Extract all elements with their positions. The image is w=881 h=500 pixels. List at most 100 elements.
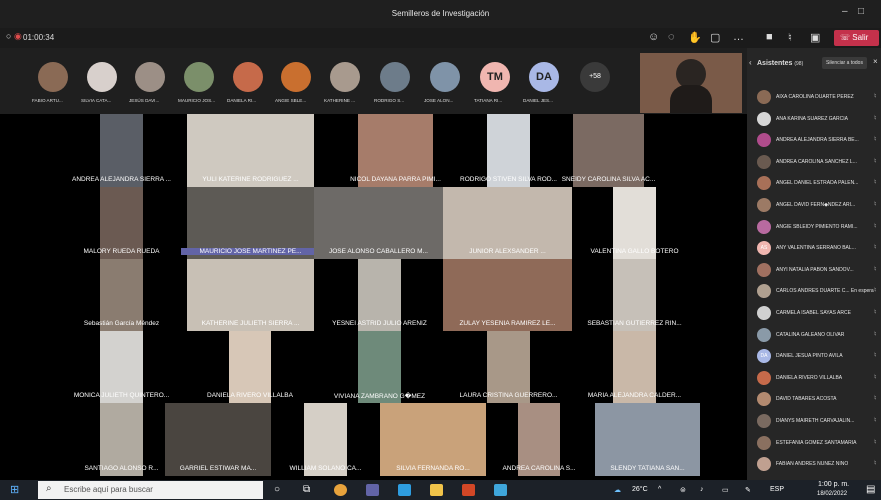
strip-avatar[interactable] [430,62,460,92]
participant-avatar [757,306,771,320]
strip-avatar[interactable] [330,62,360,92]
participant-avatar [757,284,771,299]
language-label[interactable]: ESP [770,486,784,493]
mic-off-icon[interactable]: ♮ [874,200,877,208]
task-view-icon[interactable]: ⧉ [303,484,310,495]
notification-icon[interactable]: ▤ [866,484,875,495]
mic-off-icon[interactable]: ♮ [874,243,877,251]
chevron-left-icon[interactable]: ‹ [749,58,752,67]
participant-list-item[interactable]: ANDREA CAROLINA SANCHEZ L... ♮ [757,153,881,173]
mic-off-icon[interactable]: ♮ [874,330,877,338]
powerpoint-icon[interactable] [462,484,475,496]
mic-off-icon[interactable]: ♮ [874,394,877,402]
mic-off-icon[interactable]: ♮ [874,416,877,424]
participant-avatar [757,90,771,104]
participant-list-item[interactable]: FABIAN ANDRES NUÑEZ NIÑO ♮ [757,455,881,475]
participant-avatar [757,111,771,126]
clock-date[interactable]: 18/02/2022 [817,491,847,497]
mic-off-icon[interactable]: ♮ [874,222,877,230]
participant-list-item[interactable]: ANGIE SBLEIDY PIMIENTO RAMI... ♮ [757,218,881,238]
mic-off-icon[interactable]: ♮ [874,265,877,273]
strip-avatar-label: FABIO ARTU... [32,98,63,103]
strip-avatar[interactable] [38,62,68,92]
participant-list-item[interactable]: AIXA CAROLINA DUARTE PEREZ ♮ [757,88,881,108]
participant-list-item[interactable]: ANA KARINA SUAREZ GARCIA ♮ [757,110,881,130]
mute-all-button[interactable]: Silenciar a todos [822,57,867,69]
weather-icon[interactable]: ☁ [614,486,621,494]
volume-icon[interactable]: ♪ [700,486,704,493]
mic-off-icon[interactable]: ♮ [874,92,877,100]
participant-list-item[interactable]: ESTEFANIA GOMEZ SANTAMARIA ♮ [757,434,881,454]
mic-off-icon[interactable]: ♮ [874,178,877,186]
participants-icon[interactable]: ☺ [648,31,659,43]
pen-icon[interactable]: ✎ [745,486,751,494]
mic-off-icon[interactable]: ♮ [874,351,877,359]
more-participants-button[interactable]: +58 [580,62,610,92]
participant-list-item[interactable]: CARMELA ISABEL SAYAS ARCE ♮ [757,304,881,324]
participant-list-item[interactable]: ANYI NATALIA PABON SANDOV... ♮ [757,261,881,281]
mic-off-icon[interactable]: ♮ [874,438,877,446]
participant-list-item[interactable]: DANIELA RIVERO VILLALBA ♮ [757,369,881,389]
participant-name-label: ZULAY YESENIA RAMIREZ LE... [459,320,556,327]
participant-list-item[interactable]: AS ANY VALENTINA SERRANO BAL... ♮ [757,239,881,259]
camera-icon[interactable]: ■ [766,31,773,43]
chrome-icon[interactable] [334,484,347,496]
participant-list-item[interactable]: CATALINA GALEANO OLIVAR ♮ [757,326,881,346]
mic-off-icon[interactable]: ♮ [874,373,877,381]
mic-off-icon[interactable]: ♮ [874,308,877,316]
strip-avatar[interactable] [281,62,311,92]
battery-icon[interactable]: ▭ [722,486,729,494]
meeting-timer: 01:00:34 [23,33,55,42]
participant-avatar [757,457,771,472]
strip-avatar[interactable]: TM [480,62,510,92]
strip-avatar-label: ANGIE SBLE... [275,98,307,103]
participant-avatar [757,370,771,385]
participant-list-item[interactable]: ANGEL DAVID FERN◆NDEZ ARI... ♮ [757,196,881,216]
strip-avatar[interactable]: DA [529,62,559,92]
raise-hand-icon[interactable]: ✋ [688,31,702,44]
strip-avatar[interactable] [135,62,165,92]
participant-name: CARMELA ISABEL SAYAS ARCE [776,310,851,316]
participant-list-item[interactable]: ANDREA ALEJANDRA SIERRA BE... ♮ [757,131,881,151]
participant-avatar [757,435,771,450]
minimize-icon[interactable]: – [842,6,848,17]
mic-off-icon[interactable]: ♮ [874,114,877,122]
strip-avatar[interactable] [233,62,263,92]
participant-name: DANIELA RIVERO VILLALBA [776,374,843,381]
participant-list-item[interactable]: DA DANIEL JESUA PINTO AVILA ♮ [757,347,881,367]
participant-name-label: KATHERINE JULIETH SIERRA ... [201,320,300,327]
strip-avatar-label: KATHERINE ... [324,98,356,103]
more-options-icon[interactable]: … [733,31,744,43]
participant-list-item[interactable]: DIANYS MAIRETH CARVAJALIN... ♮ [757,412,881,432]
clock-time[interactable]: 1:00 p. m. [818,481,849,488]
participant-list-item[interactable]: ANGEL DANIEL ESTRADA PALEN... ♮ [757,174,881,194]
photos-icon[interactable] [494,484,507,496]
network-icon[interactable]: ⊜ [680,486,686,494]
file-explorer-icon[interactable] [430,484,443,496]
recording-icon: ◉ [14,31,22,41]
mic-off-icon[interactable]: ♮ [788,31,792,44]
share-screen-icon[interactable]: ▣ [810,31,820,44]
strip-avatar[interactable] [380,62,410,92]
chat-icon[interactable]: ◌ [668,31,675,43]
cortana-icon[interactable]: ○ [274,484,280,495]
participant-list-item[interactable]: CARLOS ANDRES DUARTE C... En espera ♮ [757,282,881,302]
mic-off-icon[interactable]: ♮ [874,459,877,467]
leave-button[interactable]: ☏ Salir [834,30,879,46]
store-icon[interactable] [398,484,411,496]
strip-avatar[interactable] [87,62,117,92]
mic-off-icon[interactable]: ♮ [874,157,877,165]
mic-off-icon[interactable]: ♮ [874,286,877,294]
strip-avatar[interactable] [184,62,214,92]
taskbar-search-input[interactable]: ⌕ Escribe aquí para buscar [38,481,263,499]
windows-start-icon[interactable]: ⊞ [10,483,19,496]
tray-chevron-icon[interactable]: ^ [658,486,661,493]
participant-list-item[interactable]: DAVID TABARES ACOSTA ♮ [757,390,881,410]
teams-icon[interactable] [366,484,379,496]
mic-off-icon[interactable]: ♮ [874,135,877,143]
close-icon[interactable]: × [873,57,878,66]
strip-avatar-label: DANIEL JES... [523,98,553,103]
maximize-icon[interactable]: □ [858,6,864,17]
strip-avatar-label: TATIANA RI... [474,98,503,103]
rooms-icon[interactable]: ▢ [710,31,720,44]
